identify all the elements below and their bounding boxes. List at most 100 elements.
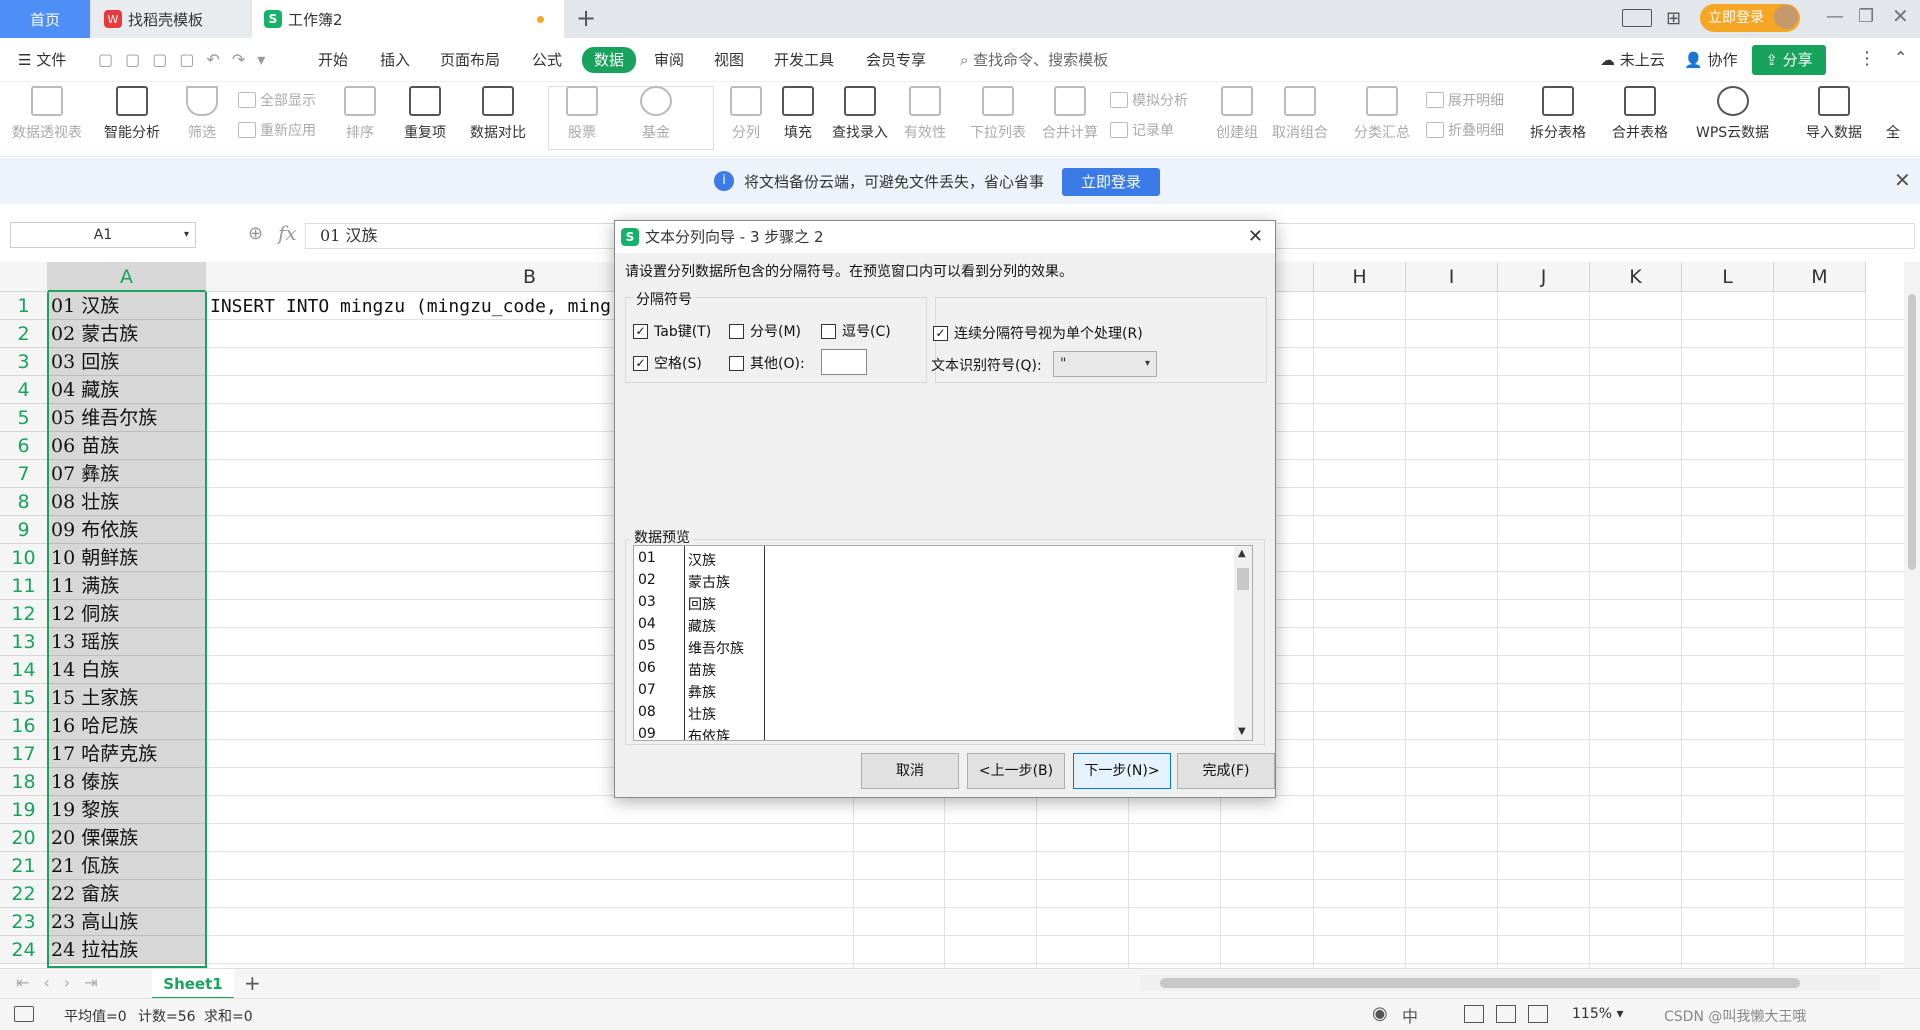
restore-icon[interactable]: ❐ — [1858, 6, 1874, 27]
row-header[interactable]: 15 — [0, 684, 48, 712]
zoom-level[interactable]: 115% ▾ — [1572, 1006, 1624, 1022]
smart-analysis-button[interactable]: 智能分析 — [104, 86, 160, 142]
split-column-button[interactable]: 分列 — [730, 86, 762, 142]
stock-button[interactable]: 股票 — [566, 86, 598, 142]
row-header[interactable]: 12 — [0, 600, 48, 628]
normal-view-icon[interactable] — [1464, 1005, 1484, 1023]
merge-calc-button[interactable]: 合并计算 — [1042, 86, 1098, 142]
collab-button[interactable]: 👤 协作 — [1684, 48, 1737, 72]
close-window-icon[interactable]: ✕ — [1892, 4, 1909, 28]
tab-workbook[interactable]: S 工作簿2 — [252, 0, 564, 38]
semicolon-checkbox[interactable]: 分号(M) — [729, 321, 801, 341]
create-group-button[interactable]: 创建组 — [1216, 86, 1258, 142]
row-header[interactable]: 2 — [0, 320, 48, 348]
row-header[interactable]: 19 — [0, 796, 48, 824]
other-checkbox[interactable]: 其他(O): — [729, 353, 805, 373]
finish-button[interactable]: 完成(F) — [1177, 753, 1275, 789]
merge-table-button[interactable]: 合并表格 — [1612, 86, 1668, 142]
collapse-detail-button[interactable]: 折叠明细 — [1426, 120, 1504, 140]
row-header[interactable]: 23 — [0, 908, 48, 936]
row-header[interactable]: 9 — [0, 516, 48, 544]
sort-button[interactable]: 排序 — [344, 86, 376, 142]
row-header[interactable]: 6 — [0, 432, 48, 460]
input-method-icon[interactable]: 中 — [1402, 1003, 1418, 1027]
avatar[interactable] — [1774, 5, 1798, 29]
menu-devtools[interactable]: 开发工具 — [774, 48, 834, 72]
name-box[interactable]: A1 ▾ — [10, 222, 196, 248]
new-tab-icon[interactable]: + — [576, 4, 596, 32]
next-button[interactable]: 下一步(N)> — [1073, 753, 1171, 789]
row-header[interactable]: 17 — [0, 740, 48, 768]
expand-detail-button[interactable]: 展开明细 — [1426, 90, 1504, 110]
eye-protection-icon[interactable]: ◉ — [1372, 1003, 1388, 1024]
split-table-button[interactable]: 拆分表格 — [1530, 86, 1586, 142]
show-all-button[interactable]: 全部显示 — [238, 90, 316, 110]
tab-checkbox[interactable]: ✓ Tab键(T) — [633, 321, 711, 341]
row-header[interactable]: 14 — [0, 656, 48, 684]
row-header[interactable]: 3 — [0, 348, 48, 376]
fill-button[interactable]: 填充 — [782, 86, 814, 142]
data-preview-box[interactable]: 01 汉族 02 蒙古族 03 回族 04 藏族 05 维吾尔族 06 苗族 07 彝族 08 壮族 09 布依族… — [633, 545, 1253, 741]
horizontal-scrollbar[interactable] — [1140, 975, 1880, 991]
more-ribbon-button[interactable]: 全 — [1886, 122, 1900, 142]
duplicates-button[interactable]: 重复项 — [404, 86, 446, 142]
vertical-scroll-thumb[interactable] — [1908, 294, 1916, 570]
quick-access-icons[interactable]: ▢▢▢▢↶↷▾ — [98, 50, 277, 69]
row-header[interactable]: 22 — [0, 880, 48, 908]
preview-scrollbar[interactable]: ▲ ▼ — [1234, 546, 1252, 740]
simulate-button[interactable]: 模拟分析 — [1110, 90, 1188, 110]
subtotal-button[interactable]: 分类汇总 — [1354, 86, 1410, 142]
layout-icon[interactable] — [1622, 9, 1652, 27]
row-header[interactable]: 24 — [0, 936, 48, 964]
sheet-nav-arrows-icon[interactable]: ⇤‹›⇥ — [16, 973, 112, 992]
wps-cloud-data-button[interactable]: WPS云数据 — [1696, 86, 1769, 142]
col-header-j[interactable]: J — [1498, 262, 1590, 292]
filter-button[interactable]: 筛选 — [186, 86, 218, 142]
horizontal-scroll-thumb[interactable] — [1160, 978, 1800, 988]
page-layout-view-icon[interactable] — [1496, 1005, 1516, 1023]
sheet-tab-sheet1[interactable]: Sheet1 — [152, 969, 234, 999]
banner-login-button[interactable]: 立即登录 — [1062, 168, 1160, 196]
scroll-down-icon[interactable]: ▼ — [1238, 726, 1246, 737]
row-header[interactable]: 21 — [0, 852, 48, 880]
macro-record-icon[interactable] — [14, 1006, 34, 1022]
col-header-a[interactable]: A — [48, 262, 206, 292]
row-header[interactable]: 1 — [0, 292, 48, 320]
comma-checkbox[interactable]: 逗号(C) — [821, 321, 891, 341]
record-button[interactable]: 记录单 — [1110, 120, 1174, 140]
col-header-k[interactable]: K — [1590, 262, 1682, 292]
col-header-l[interactable]: L — [1682, 262, 1774, 292]
row-header[interactable]: 20 — [0, 824, 48, 852]
cloud-status[interactable]: ☁ 未上云 — [1600, 48, 1665, 72]
minimize-icon[interactable]: — — [1826, 6, 1844, 27]
import-data-button[interactable]: 导入数据 — [1806, 86, 1862, 142]
row-header[interactable]: 7 — [0, 460, 48, 488]
add-sheet-icon[interactable]: + — [244, 971, 261, 995]
menu-formula[interactable]: 公式 — [532, 48, 562, 72]
preview-scroll-thumb[interactable] — [1237, 568, 1249, 590]
tab-home[interactable]: 首页 — [0, 0, 90, 38]
col-header-m[interactable]: M — [1774, 262, 1866, 292]
fx-icon[interactable]: fx — [278, 221, 297, 245]
row-header[interactable]: 10 — [0, 544, 48, 572]
reapply-button[interactable]: 重新应用 — [238, 120, 316, 140]
file-menu[interactable]: ☰ 文件 — [18, 48, 66, 72]
ungroup-button[interactable]: 取消组合 — [1272, 86, 1328, 142]
row-header[interactable]: 11 — [0, 572, 48, 600]
fund-button[interactable]: 基金 — [640, 86, 672, 142]
select-all-corner[interactable] — [0, 262, 48, 292]
row-header[interactable]: 8 — [0, 488, 48, 516]
menu-start[interactable]: 开始 — [318, 48, 348, 72]
col-header-i[interactable]: I — [1406, 262, 1498, 292]
pivot-table-button[interactable]: 数据透视表 — [12, 86, 82, 142]
row-header[interactable]: 18 — [0, 768, 48, 796]
scroll-up-icon[interactable]: ▲ — [1238, 548, 1246, 559]
row-header[interactable]: 4 — [0, 376, 48, 404]
apps-grid-icon[interactable]: ⊞ — [1666, 8, 1681, 29]
command-search[interactable]: ⌕ 查找命令、搜索模板 — [960, 48, 1108, 72]
more-icon[interactable]: ⋮ — [1858, 48, 1876, 69]
collapse-ribbon-icon[interactable]: ⌃ — [1894, 48, 1907, 67]
menu-data[interactable]: 数据 — [582, 47, 637, 73]
qualifier-select[interactable]: " ▾ — [1053, 351, 1157, 377]
row-header[interactable]: 5 — [0, 404, 48, 432]
